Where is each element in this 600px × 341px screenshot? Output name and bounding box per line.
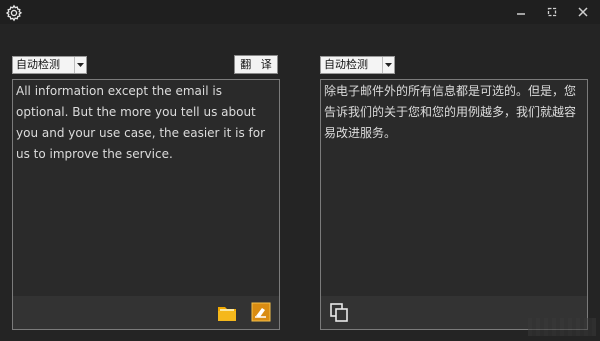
source-language-value: 自动检测 xyxy=(16,58,60,71)
close-button[interactable] xyxy=(572,2,594,22)
source-text-panel: All information except the email is opti… xyxy=(12,79,280,330)
close-icon xyxy=(578,7,588,17)
source-language-select[interactable]: 自动检测 xyxy=(12,56,87,74)
chevron-down-icon xyxy=(382,57,394,73)
watermark xyxy=(528,318,596,336)
folder-icon xyxy=(218,307,236,321)
maximize-icon xyxy=(547,7,557,17)
copy-button[interactable] xyxy=(329,302,349,326)
gear-icon xyxy=(5,4,23,22)
minimize-icon xyxy=(517,13,525,15)
title-bar xyxy=(0,0,600,24)
clear-text-button[interactable] xyxy=(251,302,271,326)
source-panel-footer xyxy=(13,296,279,329)
target-text-panel: 除电子邮件外的所有信息都是可选的。但是，您告诉我们的关于您和您的用例越多，我们就… xyxy=(320,79,588,330)
copy-icon xyxy=(330,303,348,322)
settings-button[interactable] xyxy=(4,3,24,23)
chevron-down-icon xyxy=(74,57,86,73)
source-text-input[interactable]: All information except the email is opti… xyxy=(16,81,276,165)
clear-icon xyxy=(251,302,271,322)
minimize-button[interactable] xyxy=(510,2,532,22)
translate-button[interactable]: 翻 译 xyxy=(234,55,278,74)
target-text-output[interactable]: 除电子邮件外的所有信息都是可选的。但是，您告诉我们的关于您和您的用例越多，我们就… xyxy=(324,81,584,144)
target-language-select[interactable]: 自动检测 xyxy=(320,56,395,74)
target-language-value: 自动检测 xyxy=(324,58,368,71)
maximize-button[interactable] xyxy=(541,2,563,22)
open-file-button[interactable] xyxy=(217,303,237,327)
